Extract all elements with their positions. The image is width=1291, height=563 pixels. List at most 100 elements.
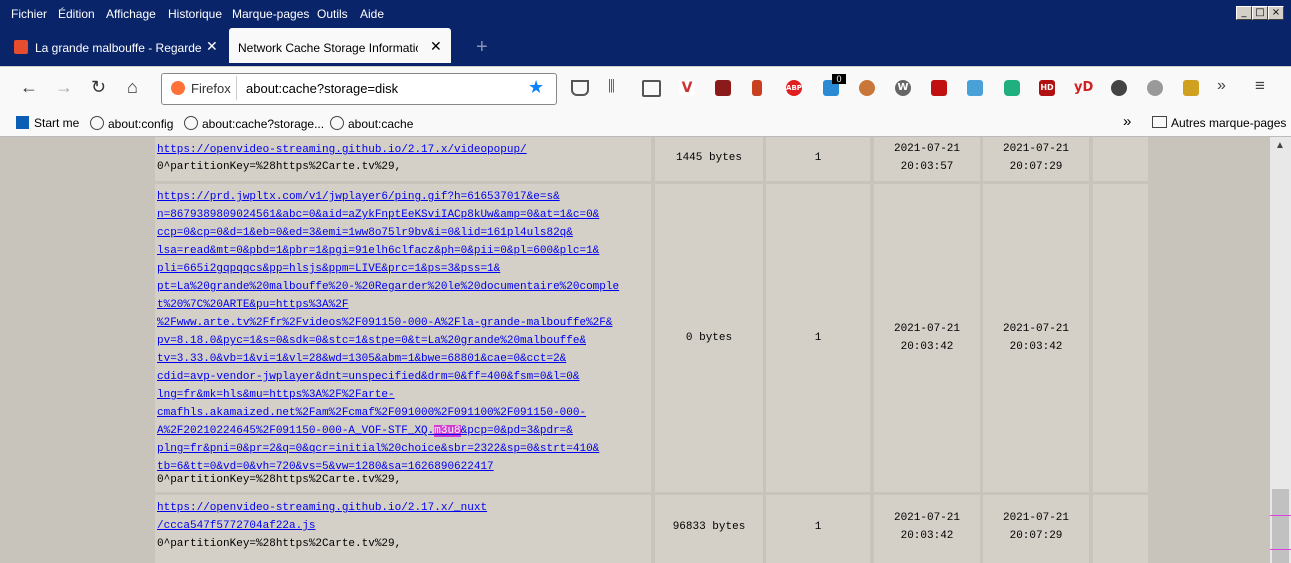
bookmark-start-me[interactable]: Start me <box>16 116 79 130</box>
close-tab-icon[interactable]: ✕ <box>430 38 442 55</box>
menu-marque-pages[interactable]: Marque-pages <box>232 7 309 21</box>
cache-entry-link-line[interactable]: cdid=avp-vendor-jwplayer&dnt=unspecified… <box>157 368 619 386</box>
find-marker <box>1270 515 1291 516</box>
partition-key: 0^partitionKey=%28https%2Carte.tv%29, <box>157 161 402 173</box>
ext-arrow-icon[interactable] <box>1183 80 1199 96</box>
bookmarks-overflow-icon[interactable]: » <box>1123 113 1131 130</box>
menu-historique[interactable]: Historique <box>168 7 222 21</box>
overflow-chevron-icon[interactable]: » <box>1217 77 1226 95</box>
last-modified-date: 2021-07-21 <box>1002 143 1069 155</box>
globe-icon <box>184 116 198 130</box>
ext-green-icon[interactable] <box>1004 80 1020 96</box>
startme-icon <box>16 116 29 129</box>
close-tab-icon[interactable]: ✕ <box>206 38 218 55</box>
library-icon[interactable]: ⫼ <box>608 78 615 95</box>
close-window-button[interactable]: × <box>1268 6 1284 20</box>
cache-entry-link[interactable]: https://openvideo-streaming.github.io/2.… <box>157 499 487 517</box>
ext-bookmark-icon[interactable] <box>752 80 762 96</box>
cache-entry-link-line[interactable]: pli=665i2gqpqqcs&pp=hlsjs&ppm=LIVE&prc=1… <box>157 260 619 278</box>
cache-entry-link-line[interactable]: lsa=read&mt=0&pbd=1&pbr=1&pgi=91elh6clfa… <box>157 242 619 260</box>
table-row: https://openvideo-streaming.github.io/2.… <box>155 137 651 181</box>
last-modified-time: 20:07:29 <box>1009 530 1063 542</box>
cache-table: https://openvideo-streaming.github.io/2.… <box>0 137 1270 563</box>
bookmark-about-cache-storage[interactable]: about:cache?storage... <box>184 116 324 131</box>
other-bookmarks-folder[interactable]: Autres marque-pages <box>1152 116 1286 130</box>
scrollbar-thumb[interactable] <box>1272 489 1289 563</box>
cache-entry-link-line[interactable]: ccp=0&cp=0&d=1&eb=0&ed=3&emi=1ww8o75lr9b… <box>157 224 619 242</box>
ext-red-icon[interactable] <box>715 80 731 96</box>
adblock-icon[interactable]: ABP <box>786 80 802 96</box>
last-fetched-time: 20:03:42 <box>900 341 954 353</box>
last-modified-time: 20:03:42 <box>1009 341 1063 353</box>
bookmark-about-cache[interactable]: about:cache <box>330 116 413 131</box>
find-highlight: m3u8 <box>434 425 461 437</box>
table-row: https://prd.jwpltx.com/v1/jwplayer6/ping… <box>155 184 651 492</box>
menu-edition[interactable]: Édition <box>58 7 95 21</box>
yd-ext-icon[interactable]: yD <box>1074 80 1093 96</box>
cache-entry-link-line[interactable]: https://prd.jwpltx.com/v1/jwplayer6/ping… <box>157 188 619 206</box>
hd-ext-icon[interactable]: HD <box>1039 80 1055 96</box>
forward-arrow-icon[interactable]: → <box>55 77 73 98</box>
hamburger-menu-icon[interactable]: ≡ <box>1255 76 1265 96</box>
back-arrow-icon[interactable]: ← <box>20 77 38 98</box>
minimize-button[interactable]: _ <box>1236 6 1252 20</box>
ext-pen-icon[interactable] <box>931 80 947 96</box>
globe-icon <box>330 116 344 130</box>
table-row: https://openvideo-streaming.github.io/2.… <box>155 495 651 563</box>
ext-dark-icon[interactable] <box>1111 80 1127 96</box>
data-size: 1445 bytes <box>675 152 742 164</box>
data-size: 0 bytes <box>685 332 733 344</box>
partition-key: 0^partitionKey=%28https%2Carte.tv%29, <box>157 538 402 550</box>
last-fetched-time: 20:03:57 <box>900 161 954 173</box>
last-fetched-date: 2021-07-21 <box>893 512 960 524</box>
cache-entry-link-line[interactable]: plng=fr&pni=0&pr=2&q=0&qcr=initial%20cho… <box>157 440 619 458</box>
ext-w-icon[interactable]: W <box>895 80 911 96</box>
fetch-count: 1 <box>814 521 822 533</box>
reload-icon[interactable]: ↻ <box>91 77 106 98</box>
vertical-scrollbar[interactable]: ▲ <box>1270 137 1291 563</box>
cache-entry-link[interactable]: https://openvideo-streaming.github.io/2.… <box>157 141 527 159</box>
cookie-icon[interactable] <box>859 80 875 96</box>
menu-affichage[interactable]: Affichage <box>106 7 156 21</box>
globe-icon <box>90 116 104 130</box>
cache-entry-link-line[interactable]: n=8679389809024561&abc=0&aid=aZykFnptEeK… <box>157 206 619 224</box>
bookmark-star-icon[interactable]: ★ <box>528 77 544 98</box>
fetch-count: 1 <box>814 152 822 164</box>
sidebar-icon[interactable] <box>642 80 661 97</box>
cache-entry-link-line[interactable]: A%2F20210224645%2F091150-000-A_VOF-STF_X… <box>157 422 619 440</box>
identity-label: Firefox <box>191 81 231 96</box>
fetch-count: 1 <box>814 332 822 344</box>
menu-fichier[interactable]: Fichier <box>11 7 47 21</box>
menu-outils[interactable]: Outils <box>317 7 348 21</box>
cache-entry-link-line[interactable]: tv=3.33.0&vb=1&vi=1&vl=28&wd=1305&abm=1&… <box>157 350 619 368</box>
new-tab-icon[interactable]: + <box>476 36 488 59</box>
tab-cache[interactable]: Network Cache Storage Information ✕ <box>229 28 451 63</box>
scroll-up-arrow-icon[interactable]: ▲ <box>1275 140 1285 151</box>
last-modified-date: 2021-07-21 <box>1002 512 1069 524</box>
cache-entry-link-line[interactable]: lng=fr&mk=hls&mu=https%3A%2F%2Farte- <box>157 386 619 404</box>
menu-aide[interactable]: Aide <box>360 7 384 21</box>
cache-entry-link-line[interactable]: pt=La%20grande%20malbouffe%20-%20Regarde… <box>157 278 619 296</box>
ext-gear-icon[interactable] <box>1147 80 1163 96</box>
cache-entry-link-line[interactable]: pv=8.18.0&pyc=1&s=0&sdk=0&stc=1&stpe=0&t… <box>157 332 619 350</box>
cache-entry-link-line[interactable]: t%20%7C%20ARTE&pu=https%3A%2F <box>157 296 619 314</box>
ext-badge: 0 <box>832 74 846 84</box>
home-icon[interactable]: ⌂ <box>127 77 138 98</box>
last-modified-time: 20:07:29 <box>1009 161 1063 173</box>
bookmark-about-config[interactable]: about:config <box>90 116 173 131</box>
cache-entry-link[interactable]: https://prd.jwpltx.com/v1/jwplayer6/ping… <box>157 188 619 476</box>
url-bar[interactable]: Firefox about:cache?storage=disk ★ <box>161 73 557 105</box>
tab-arte-label: La grande malbouffe - Regarder le <box>35 41 201 55</box>
tab-cache-label: Network Cache Storage Information <box>238 41 418 55</box>
pocket-icon[interactable] <box>571 80 589 96</box>
actions-cell <box>1093 495 1148 563</box>
vivaldi-ext-icon[interactable]: V <box>679 80 695 96</box>
ext-screenshot-icon[interactable] <box>967 80 983 96</box>
cache-entry-link-line[interactable]: cmafhls.akamaized.net%2Fam%2Fcmaf%2F0910… <box>157 404 619 422</box>
cache-entry-link-cont[interactable]: /ccca547f5772704af22a.js <box>157 517 315 535</box>
url-text[interactable]: about:cache?storage=disk <box>246 81 398 96</box>
tab-arte[interactable]: La grande malbouffe - Regarder le ✕ <box>4 29 222 63</box>
maximize-button[interactable]: □ <box>1252 6 1268 20</box>
cache-entry-link-line[interactable]: %2Fwww.arte.tv%2Ffr%2Fvideos%2F091150-00… <box>157 314 619 332</box>
arte-favicon-icon <box>14 40 28 54</box>
